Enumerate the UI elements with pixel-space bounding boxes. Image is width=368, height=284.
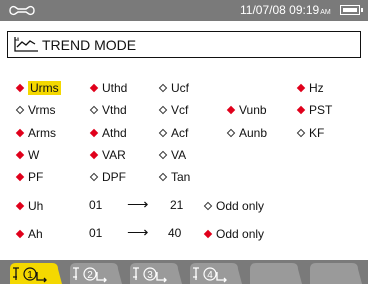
unselected-mark-icon (158, 128, 168, 137)
param-uh[interactable]: Uh (15, 198, 43, 213)
param-aunb[interactable]: Aunb (226, 125, 267, 140)
tab-config-4[interactable]: 4 (186, 263, 242, 284)
param-va[interactable]: VA (158, 147, 186, 162)
selected-mark-icon (15, 83, 25, 92)
param-acf[interactable]: Acf (158, 125, 188, 140)
unselected-mark-icon (158, 83, 168, 92)
ah-odd-only-toggle[interactable]: Odd only (203, 226, 264, 241)
unselected-mark-icon (15, 105, 25, 114)
param-ah[interactable]: Ah (15, 226, 43, 241)
selected-mark-icon (89, 150, 99, 159)
selected-mark-icon (226, 105, 236, 114)
config-1-tab-shape: 1 (10, 263, 62, 284)
selected-mark-icon (15, 150, 25, 159)
param-arms[interactable]: Arms (15, 125, 56, 140)
status-bar: 11/07/08 09:19AM (0, 0, 368, 21)
selected-mark-icon (89, 128, 99, 137)
selected-mark-icon (15, 128, 25, 137)
param-ucf[interactable]: Ucf (158, 80, 189, 95)
param-athd[interactable]: Athd (89, 125, 127, 140)
param-pf[interactable]: PF (15, 169, 43, 184)
config-4-tab-shape: 4 (190, 263, 242, 284)
selected-mark-icon (15, 201, 25, 210)
wrench-icon (9, 5, 35, 16)
unselected-mark-icon (226, 128, 236, 137)
param-urms[interactable]: Urms (15, 80, 61, 95)
param-hz[interactable]: Hz (296, 80, 324, 95)
unselected-mark-icon (89, 172, 99, 181)
selected-mark-icon (89, 83, 99, 92)
empty-6-tab-shape (310, 263, 362, 284)
param-pst[interactable]: PST (296, 102, 332, 117)
tab-empty-6[interactable] (306, 263, 362, 284)
tab-3-number: 3 (147, 270, 153, 281)
ah-range-start[interactable]: 01 (89, 226, 102, 240)
param-w[interactable]: W (15, 147, 39, 162)
selected-mark-icon (296, 83, 306, 92)
date-time: 11/07/08 09:19AM (240, 3, 331, 17)
tab-config-3[interactable]: 3 (126, 263, 182, 284)
param-dpf[interactable]: DPF (89, 169, 126, 184)
unselected-mark-icon (158, 105, 168, 114)
uh-range-start[interactable]: 01 (89, 198, 102, 212)
tab-empty-5[interactable] (246, 263, 302, 284)
trend-icon (14, 37, 38, 52)
selected-mark-icon (203, 229, 213, 238)
param-vrms[interactable]: Vrms (15, 102, 56, 117)
tab-2-number: 2 (87, 270, 93, 281)
param-vthd[interactable]: Vthd (89, 102, 127, 117)
empty-5-tab-shape (250, 263, 302, 284)
config-2-tab-shape: 2 (70, 263, 122, 284)
selected-mark-icon (296, 105, 306, 114)
uh-odd-only-toggle[interactable]: Odd only (203, 198, 264, 213)
tab-1-number: 1 (27, 270, 33, 281)
ah-range-arrow: ⟶ (127, 224, 149, 241)
selected-mark-icon (15, 172, 25, 181)
ah-range-end[interactable]: 40 (168, 226, 181, 240)
mode-title-box: TREND MODE (7, 31, 361, 58)
unselected-mark-icon (158, 150, 168, 159)
uh-range-arrow: ⟶ (127, 196, 149, 213)
param-uthd[interactable]: Uthd (89, 80, 127, 95)
page-title: TREND MODE (42, 37, 137, 53)
tab-config-1[interactable]: 1 (6, 263, 62, 284)
unselected-mark-icon (89, 105, 99, 114)
config-3-tab-shape: 3 (130, 263, 182, 284)
battery-icon (340, 5, 363, 15)
unselected-mark-icon (158, 172, 168, 181)
tab-config-2[interactable]: 2 (66, 263, 122, 284)
selected-mark-icon (15, 229, 25, 238)
param-kf[interactable]: KF (296, 125, 324, 140)
param-vunb[interactable]: Vunb (226, 102, 267, 117)
unselected-mark-icon (203, 201, 213, 210)
param-tan[interactable]: Tan (158, 169, 190, 184)
unselected-mark-icon (296, 128, 306, 137)
param-var[interactable]: VAR (89, 147, 126, 162)
tab-4-number: 4 (207, 270, 213, 281)
uh-range-end[interactable]: 21 (170, 198, 183, 212)
param-vcf[interactable]: Vcf (158, 102, 188, 117)
